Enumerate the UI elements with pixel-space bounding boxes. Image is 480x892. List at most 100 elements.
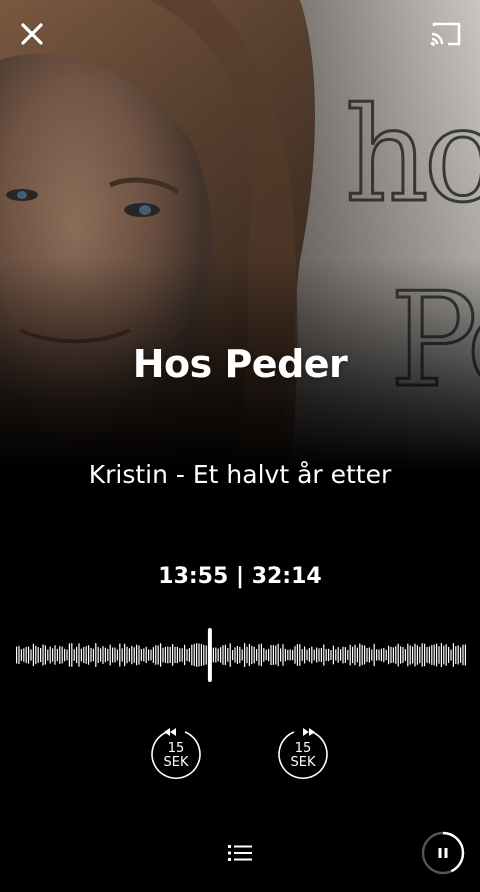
waveform-bar xyxy=(205,645,207,665)
waveform-bar xyxy=(236,645,238,665)
waveform-bar xyxy=(73,649,75,661)
waveform-bar xyxy=(239,646,241,664)
waveform-bar xyxy=(280,648,282,662)
waveform-bar xyxy=(368,647,370,663)
waveform-bar xyxy=(220,647,222,663)
skip-back-unit: SEK xyxy=(163,755,189,770)
waveform-bar xyxy=(85,646,87,664)
waveform-bar xyxy=(378,649,380,661)
waveform-bar xyxy=(320,647,322,662)
waveform-bar xyxy=(136,644,138,666)
waveform-bar xyxy=(340,649,342,661)
waveform-bar xyxy=(224,644,226,666)
waveform-bar xyxy=(460,647,462,663)
waveform-bar xyxy=(76,646,78,664)
waveform-scrubber[interactable] xyxy=(0,620,480,690)
waveform-bar xyxy=(78,643,80,667)
waveform-bar xyxy=(100,648,102,662)
waveform-bar xyxy=(431,645,433,665)
waveform-bar xyxy=(66,649,68,661)
waveform-bar xyxy=(299,644,301,666)
waveform-bar xyxy=(289,649,291,661)
close-button[interactable] xyxy=(10,12,54,56)
skip-forward-15-button[interactable]: 15 SEK xyxy=(275,728,331,784)
playlist-button[interactable] xyxy=(222,838,258,868)
waveform-bar xyxy=(316,647,318,663)
waveform-bar xyxy=(260,643,262,667)
waveform-bar xyxy=(424,643,426,667)
waveform-bar xyxy=(366,648,368,662)
scrubber-handle[interactable] xyxy=(207,628,212,682)
waveform-bar xyxy=(263,648,265,662)
waveform-bar xyxy=(284,648,286,662)
waveform-bar xyxy=(404,649,406,661)
waveform-bar xyxy=(42,644,44,666)
waveform-bar xyxy=(256,649,258,661)
close-icon xyxy=(21,23,43,45)
waveform-bar xyxy=(294,646,296,664)
waveform-bar xyxy=(433,644,435,666)
waveform-bar xyxy=(56,648,58,662)
waveform-bar xyxy=(16,646,18,664)
waveform-bar xyxy=(188,648,190,662)
waveform-bar xyxy=(275,645,277,665)
waveform-bar xyxy=(450,649,452,661)
waveform-bar xyxy=(416,645,418,665)
waveform-bar xyxy=(313,649,315,661)
waveform-bar xyxy=(52,648,54,662)
waveform-bar xyxy=(232,650,234,661)
waveform-bar xyxy=(438,646,440,664)
waveform-bar xyxy=(191,644,193,666)
waveform-bar xyxy=(152,647,154,663)
waveform-bar xyxy=(395,646,397,664)
waveform-bar xyxy=(186,649,188,661)
cast-button[interactable] xyxy=(424,12,468,56)
waveform-bar xyxy=(361,645,363,665)
waveform-bar xyxy=(25,646,27,664)
waveform-bar xyxy=(371,649,373,661)
waveform-bar xyxy=(347,649,349,660)
waveform-bar xyxy=(265,649,267,661)
waveform-bar xyxy=(145,646,147,664)
waveform-bar xyxy=(407,643,409,667)
waveform-bar xyxy=(359,643,361,667)
waveform-bar xyxy=(102,646,104,664)
pause-button[interactable] xyxy=(420,830,466,876)
waveform-bar xyxy=(421,643,423,667)
waveform-bar xyxy=(217,648,219,662)
pause-icon xyxy=(421,831,465,875)
waveform-bar xyxy=(383,647,385,663)
waveform-bar xyxy=(126,646,128,664)
waveform-bar xyxy=(464,644,466,666)
waveform-bar xyxy=(68,643,70,667)
waveform-bar xyxy=(325,649,327,661)
elapsed-time: 13:55 xyxy=(158,564,229,589)
waveform-bar xyxy=(244,643,246,667)
waveform-bar xyxy=(28,646,30,664)
waveform-bar xyxy=(179,648,181,662)
skip-back-15-button[interactable]: 15 SEK xyxy=(148,728,204,784)
skip-back-amount: 15 xyxy=(167,741,185,756)
waveform-bar xyxy=(306,649,308,661)
waveform-bar xyxy=(30,649,32,661)
waveform-bar xyxy=(49,646,51,664)
waveform-bar xyxy=(311,646,313,664)
waveform-bar xyxy=(198,643,200,667)
waveform-bar xyxy=(176,646,178,664)
waveform-bar xyxy=(131,645,133,665)
waveform-bar xyxy=(196,643,198,667)
waveform-bar xyxy=(251,645,253,665)
waveform-bar xyxy=(104,647,106,663)
waveform-bar xyxy=(160,643,162,667)
waveform-bar xyxy=(455,646,457,664)
waveform-bar xyxy=(330,650,332,660)
waveform-bar xyxy=(124,643,126,667)
waveform-bar xyxy=(184,644,186,666)
waveform-bar xyxy=(174,646,176,664)
waveform-bar xyxy=(292,649,294,661)
waveform-bar xyxy=(212,647,214,663)
total-duration: 32:14 xyxy=(251,564,322,589)
waveform-bar xyxy=(44,645,46,665)
waveform-bar xyxy=(138,645,140,665)
waveform-bar xyxy=(148,649,150,661)
